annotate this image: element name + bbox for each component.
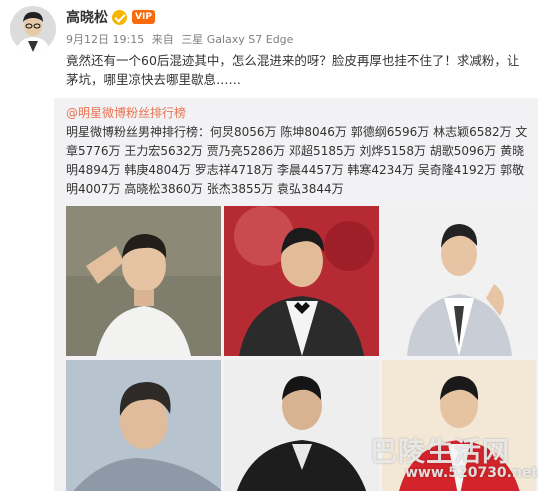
repost-author-link[interactable]: @明星微博粉丝排行榜 <box>66 104 530 123</box>
photo-2[interactable] <box>224 206 379 356</box>
photo-5[interactable] <box>224 360 379 491</box>
repost-text: 明星微博粉丝男神排行榜：何炅8056万 陈坤8046万 郭德纲6596万 林志颖… <box>66 125 528 196</box>
source-prefix: 来自 <box>151 33 174 46</box>
photo-4[interactable] <box>66 360 221 491</box>
photo-1[interactable] <box>66 206 221 356</box>
verified-icon <box>112 9 127 25</box>
author-row: 高晓松 VIP <box>66 7 155 27</box>
repost-card: @明星微博粉丝排行榜 明星微博粉丝男神排行榜：何炅8056万 陈坤8046万 郭… <box>54 98 538 491</box>
post-time[interactable]: 9月12日 19:15 <box>66 33 144 46</box>
repost-text-block: @明星微博粉丝排行榜 明星微博粉丝男神排行榜：何炅8056万 陈坤8046万 郭… <box>66 104 530 199</box>
member-icon[interactable]: VIP <box>132 10 155 24</box>
photo-6[interactable] <box>382 360 536 491</box>
photo-grid <box>66 206 536 491</box>
post-meta: 9月12日 19:15 来自 三星 Galaxy S7 Edge <box>66 31 297 47</box>
author-avatar[interactable] <box>10 6 56 52</box>
photo-3[interactable] <box>382 206 536 356</box>
post-text: 竟然还有一个60后混迹其中，怎么混进来的呀？脸皮再厚也挂不住了！求减粉，让茅坑，… <box>66 53 520 87</box>
post-device[interactable]: 三星 Galaxy S7 Edge <box>181 33 293 46</box>
weibo-post: 高晓松 VIP 9月12日 19:15 来自 三星 Galaxy S7 Edge… <box>0 0 538 491</box>
author-name[interactable]: 高晓松 <box>66 7 108 27</box>
